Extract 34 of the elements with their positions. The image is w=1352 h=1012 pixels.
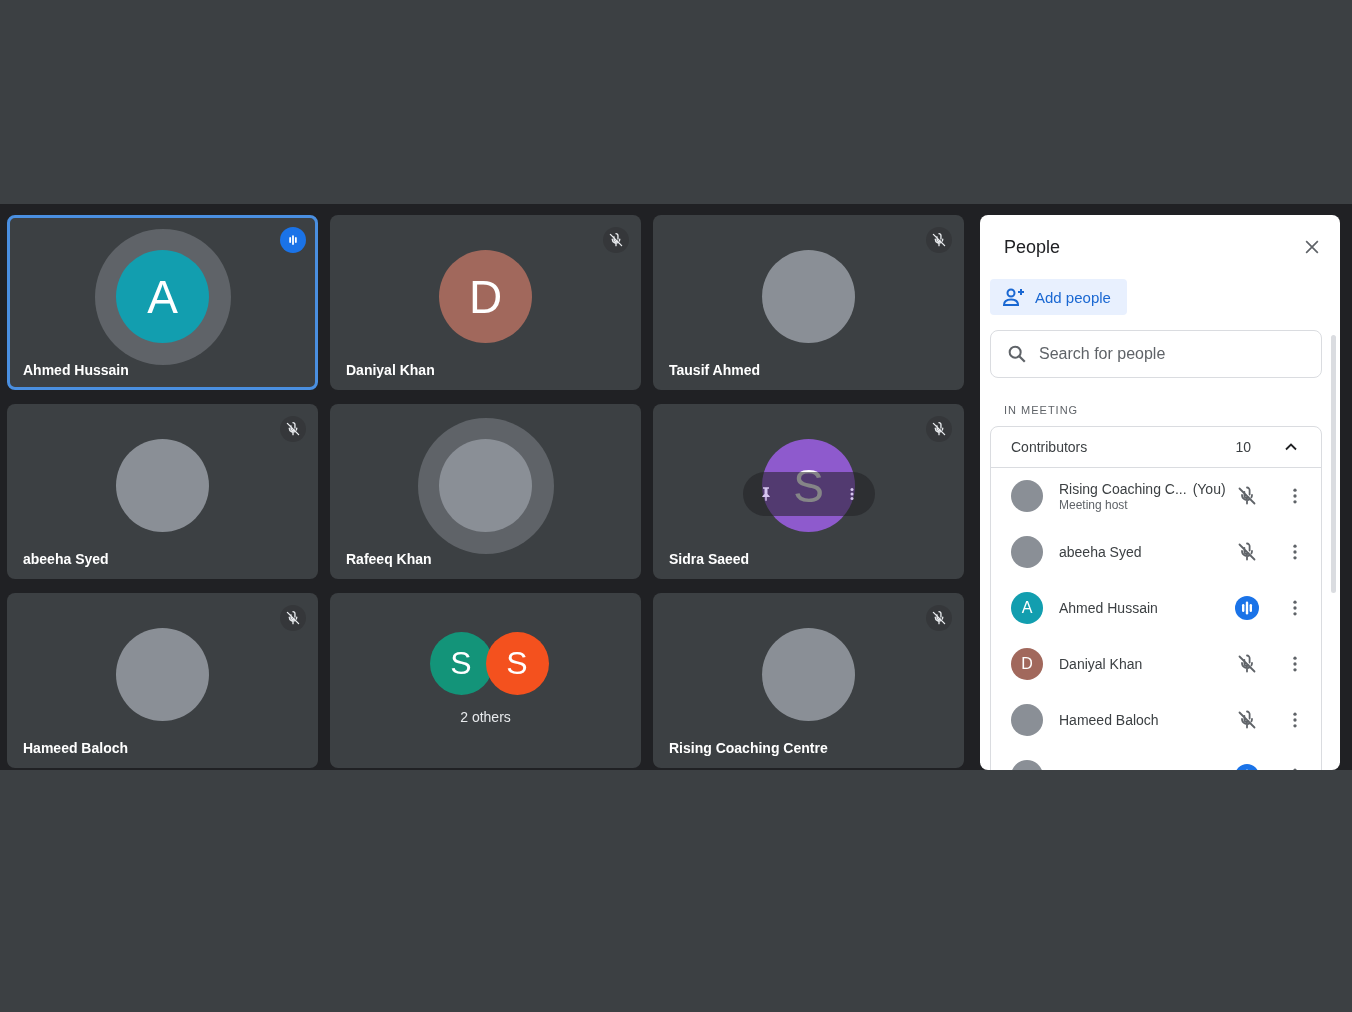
participant-name: Sidra Saeed — [669, 551, 750, 567]
panel-title: People — [1004, 236, 1061, 258]
contributors-header[interactable]: Contributors 10 — [991, 427, 1321, 468]
participant-name: Daniyal Khan — [346, 362, 435, 378]
others-caption: 2 others — [460, 709, 511, 725]
avatar-photo — [1011, 704, 1043, 736]
participant-name: abeeha Syed — [1059, 544, 1142, 560]
section-heading: IN MEETING — [1004, 404, 1080, 416]
avatar-circle: D — [1011, 648, 1043, 680]
participant-name: Hameed Baloch — [23, 740, 129, 756]
avatar-photo — [1011, 480, 1043, 512]
participant-name: Daniyal Khan — [1059, 656, 1143, 672]
participant-name: Tausif Ahmed — [669, 362, 760, 378]
avatar-photo — [1011, 536, 1043, 568]
participant-count: 10 — [1235, 439, 1251, 455]
search-field[interactable]: Search for people — [990, 330, 1322, 378]
participant-name: Ahmed Hussain — [1059, 600, 1158, 616]
participant-name: Hameed Baloch — [1059, 712, 1159, 728]
role-label: Meeting host — [1059, 497, 1129, 512]
participant-name: Rising Coaching Centre — [669, 740, 828, 756]
participant-name: Rafeeq Khan — [346, 551, 432, 567]
avatar-circle: A — [1011, 592, 1043, 624]
avatar-circle: A — [116, 250, 209, 343]
avatar-circle: S — [762, 439, 855, 532]
participant-name: abeeha Syed — [23, 551, 109, 567]
avatar-circle: D — [439, 250, 532, 343]
avatar-circle: S — [485, 632, 549, 695]
you-label: (You) — [1192, 480, 1226, 497]
participant-name: Ahmed Hussain — [23, 362, 129, 378]
search-icon — [1006, 343, 1028, 365]
scrollbar[interactable] — [1331, 335, 1336, 593]
add-people-button[interactable]: Add people — [990, 279, 1127, 315]
group-label: Contributors — [1011, 439, 1089, 455]
participant-name: Rising Coaching C... — [1059, 480, 1187, 497]
